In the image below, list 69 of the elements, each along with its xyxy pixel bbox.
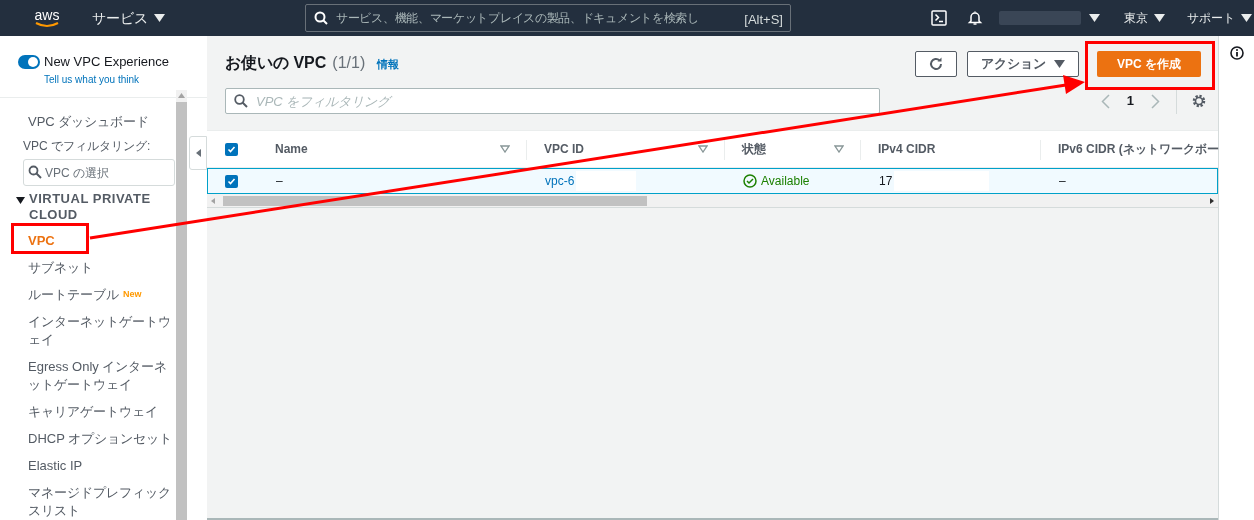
refresh-button[interactable] (915, 51, 957, 77)
sidebar-item[interactable]: Egress Only インターネットゲートウェイ (28, 358, 176, 394)
filter-label: VPC でフィルタリング: (23, 138, 151, 155)
left-triangle-icon (195, 149, 201, 157)
shortcut-hint: [Alt+S] (744, 11, 783, 29)
column-header[interactable]: IPv4 CIDR (878, 140, 936, 158)
sidebar-item[interactable]: インターネットゲートウェイ (28, 313, 176, 349)
services-menu[interactable]: サービス (92, 7, 165, 29)
column-header[interactable]: VPC ID (544, 140, 584, 158)
aws-logo[interactable]: aws (32, 8, 62, 28)
scrollbar[interactable] (176, 90, 187, 520)
caret-icon (1241, 14, 1252, 22)
sort-icon (834, 145, 844, 153)
table-row[interactable]: – vpc-6 Available 17 – (207, 168, 1218, 194)
search-icon (314, 11, 328, 25)
caret-icon (1054, 60, 1065, 68)
caret-icon (154, 14, 165, 22)
feedback-link[interactable]: Tell us what you think (44, 71, 140, 87)
table-cell-text: – (276, 173, 283, 190)
caret-icon (1154, 14, 1165, 22)
triangle-icon (16, 196, 25, 204)
refresh-icon (928, 56, 944, 72)
sidebar-item[interactable]: Elastic IP (28, 457, 176, 475)
toggle-switch[interactable] (18, 54, 40, 69)
checkmark-icon (227, 176, 236, 186)
vpc-id-link[interactable]: vpc-6 (545, 172, 575, 190)
section-header[interactable]: VIRTUAL PRIVATE CLOUD (16, 191, 176, 223)
right-arrow-icon (1210, 197, 1214, 204)
check-circle-icon (743, 174, 757, 188)
table-cell-text: 17 (879, 173, 893, 190)
caret-icon (1089, 14, 1100, 22)
checkmark-icon (227, 144, 236, 154)
sort-icon (500, 145, 510, 153)
sidebar-item[interactable]: ルートテーブル (28, 286, 119, 304)
sidebar-item[interactable]: サブネット (28, 259, 176, 277)
page-number[interactable]: 1 (1126, 91, 1134, 111)
bell-icon (967, 10, 983, 26)
search-icon (28, 165, 42, 179)
toggle-label: New VPC Experience (44, 53, 169, 71)
region-menu[interactable]: 東京 (1124, 9, 1165, 27)
table-cell-text: – (1059, 173, 1066, 190)
collapse-button[interactable] (189, 136, 207, 170)
filter-field[interactable]: VPC をフィルタリング (225, 88, 880, 114)
page-title: お使いの VPC (225, 53, 327, 73)
info-button[interactable] (1229, 46, 1244, 62)
status-text: Available (761, 173, 810, 190)
sidebar-item[interactable]: マネージドプレフィックスリスト (28, 484, 176, 520)
sidebar-link[interactable]: VPC ダッシュボード (28, 111, 150, 131)
checkbox[interactable] (225, 174, 238, 188)
vpc-select-field[interactable]: VPC の選択 (23, 159, 175, 186)
sort-icon (698, 145, 708, 153)
left-arrow-icon (211, 197, 215, 204)
account-menu[interactable] (999, 11, 1100, 25)
column-header[interactable]: Name (275, 140, 308, 158)
sidebar-item[interactable]: DHCP オプションセット (28, 430, 176, 448)
checkbox[interactable] (225, 142, 238, 156)
column-header[interactable]: IPv6 CIDR (ネットワークボー (1058, 140, 1219, 158)
info-link[interactable]: 情報 (377, 56, 400, 73)
actions-button[interactable]: アクション (967, 51, 1079, 77)
new-label: New (123, 288, 142, 302)
item-count: (1/1) (332, 53, 366, 73)
search-icon (234, 94, 248, 108)
support-menu[interactable]: サポート (1187, 9, 1252, 27)
sidebar-item[interactable]: キャリアゲートウェイ (28, 403, 176, 421)
terminal-icon (931, 10, 947, 26)
settings-button[interactable] (1191, 93, 1207, 109)
column-header[interactable]: 状態 (742, 140, 766, 158)
up-arrow-icon (178, 93, 185, 98)
horizontal-scrollbar[interactable] (207, 194, 1218, 208)
